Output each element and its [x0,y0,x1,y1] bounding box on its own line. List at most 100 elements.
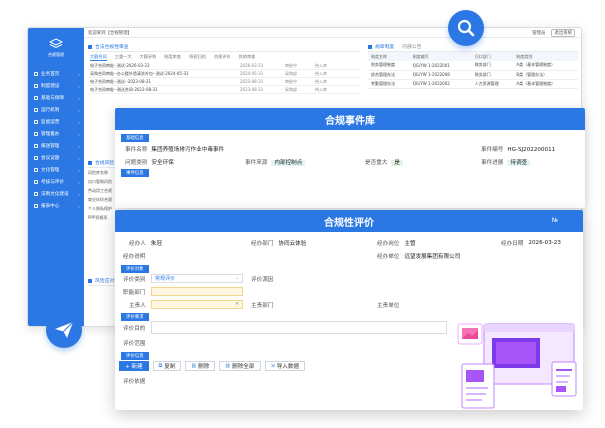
menu-icon [34,120,38,124]
list-item-org: 审批中 [285,62,297,68]
sidebar-item[interactable]: 会议议题 › [28,152,84,164]
card-header: 合法合规性审查 [88,42,360,52]
list-item[interactable]: 采购合同审批--办公楼外墙清洗外包--测试-2024-05-31 2024-05-… [88,70,360,78]
delete-all-button[interactable]: ▥ 删除全部 [219,361,261,371]
list-item[interactable]: 电子合同审批--测试合同-2023-08-31 2023-08-31 采购部 待入库 [88,86,360,94]
sidebar-item[interactable]: 报表中心 › [28,200,84,212]
list-item-title: 电子合同审批--测试--2023-08-31 [90,78,152,84]
tab-policy-review[interactable]: 制度审查 [164,54,181,60]
chevron-right-icon: › [78,119,80,125]
sidebar-item-label: 报送管理 [41,144,60,149]
tab-compliance-eval[interactable]: 合规评价 [214,54,231,60]
function-dept-input[interactable] [151,287,243,296]
list-item-date: 2023-08-31 [240,79,264,84]
column-header: 制度名称 [368,52,410,61]
chevron-right-icon: › [78,167,80,173]
table-cell: QG/YW 1-2022001 [409,61,472,71]
button-label: 删除 [198,364,210,370]
field-label: 事件进展 [481,160,504,166]
tab-other-review[interactable]: 其他审查 [239,54,256,60]
tab-authorization[interactable]: 授权归档 [189,54,206,60]
button-label: 导入数据 [276,364,300,370]
handler-row: 经办人 朱冠 经办部门 协同云体验 经办岗位 主管 经办日期 2026-03-23 [115,237,583,250]
sidebar-item-label: 法制文化建设 [41,192,69,197]
column-header: 归口部门 [471,52,514,61]
list-item-org: 审批中 [285,78,297,84]
select-value: 常规评价 [155,276,176,282]
section-basic-info: 基础信息 [121,134,149,142]
import-button[interactable]: ⇲ 导入数据 [264,361,306,371]
sidebar-item[interactable]: 基础与保障 › [28,92,84,104]
add-button[interactable]: + 新建 [119,361,149,371]
tab-major-decision[interactable]: 三重一大 [115,54,132,60]
sidebar-item[interactable]: 报送管理 › [28,140,84,152]
table-row[interactable]: 考勤管理办法 QG/YW 1-2022002 人力资源管理 A类（基本管理制度） [368,79,578,89]
handler-dept-field: 经办部门 协同云体验 [251,239,306,247]
field-label: 事件编号 [481,147,504,153]
list-item[interactable]: 电子合同审批--测试--2023-08-31 2023-08-31 审批中 待入库 [88,78,360,86]
menu-icon [34,168,38,172]
tab-policies[interactable]: 规章制度 [375,43,394,50]
list-item[interactable]: 电子合同审批--测试-2026-03-23 2026-03-23 审批中 待入库 [88,62,360,70]
tab-large-purchase[interactable]: 大额采购 [140,54,157,60]
menu-icon [34,132,38,136]
menu-icon [34,144,38,148]
search-icon [457,19,475,37]
close-icon[interactable]: ✕ [235,302,239,307]
table-cell: B类（管理办法） [513,70,578,80]
event-library-panel: 合规事件库 基础信息 事件名称 集团养殖场排污作业中毒事件 事件编号 HG-SJ20… [115,108,585,208]
chevron-right-icon: › [78,71,80,77]
copy-button[interactable]: ⧉ 复制 [152,361,182,371]
scope-label: 评价范围 [123,339,145,347]
section-evaluation-requirement: 评价要求 [121,313,149,321]
list-item-status: 待入库 [315,86,327,92]
sidebar-brand-text: 合规管理 [48,52,64,57]
sidebar-item[interactable]: 法制文化建设 › [28,188,84,200]
purpose-textarea[interactable] [151,321,447,334]
sidebar-item[interactable]: 运行机制 › [28,104,84,116]
chevron-right-icon: › [78,107,80,113]
owner-dept-label: 主责部门 [251,301,273,309]
list-item-org: 采购部 [285,70,297,76]
send-badge[interactable] [46,312,82,348]
evaluation-category-select[interactable]: 常规评价 ⌄ [151,274,243,283]
card-title: 风险应对 [95,279,115,284]
field-label: 经办单位 [377,254,400,260]
owner-input[interactable]: ✕ [151,300,243,309]
field-label: 主责单位 [377,303,400,309]
search-badge[interactable] [448,10,484,46]
button-label: 复制 [164,364,176,370]
sidebar-item[interactable]: 监督运营 › [28,116,84,128]
menu-icon [34,192,38,196]
sidebar-item[interactable]: 考核与评价 › [28,176,84,188]
logout-button[interactable]: 退出系统 [551,28,575,37]
sidebar-brand[interactable]: 合规管理 [28,28,84,68]
trash-all-icon: ▥ [225,363,231,369]
card-title: 合规风险 [95,161,115,166]
field-label: 主责部门 [251,303,274,309]
tab-announcements[interactable]: 内部公告 [402,43,421,50]
sidebar-item-label: 考核与评价 [41,180,64,185]
sidebar-item-label: 报表中心 [41,204,60,209]
user-name[interactable]: 管理员 [532,30,545,36]
table-row[interactable]: 财务管理制度 QG/YW 1-2022001 财务部门 A类（基本管理制度） [368,61,578,71]
sidebar-item-label: 文化管理 [41,168,60,173]
documents-illustration [457,323,577,409]
sidebar-item[interactable]: 业务首页 › [28,68,84,80]
table-row[interactable]: 综合管理办法 QG/YW 1-2022008 财务部门 B类（管理办法） [368,70,578,80]
sidebar-item[interactable]: 制度建设 › [28,80,84,92]
field-label: 职能部门 [123,290,146,296]
field-value: 集团养殖场排污作业中毒事件 [151,147,225,153]
menu-icon [34,156,38,160]
sidebar-item[interactable]: 管理着办 › [28,128,84,140]
field-value: 主管 [404,241,416,247]
issue-type-field: 问题类别 安全环保 [125,158,174,166]
tab-large-contract[interactable]: 大额合同 [90,54,107,61]
delete-button[interactable]: ▥ 删除 [185,361,216,371]
sidebar-item-label: 会议议题 [41,156,60,161]
field-label: 评价范围 [123,341,146,347]
sidebar-item[interactable]: 文化管理 › [28,164,84,176]
column-header: 制度编号 [409,52,472,61]
sidebar-item-label: 基础与保障 [41,96,64,101]
field-label: 经办岗位 [377,241,400,247]
